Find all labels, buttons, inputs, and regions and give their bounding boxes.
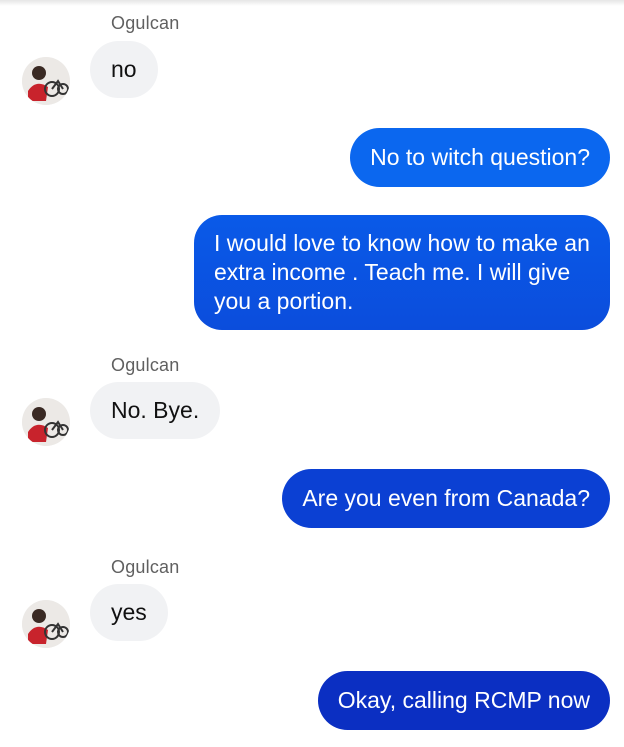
- contact-avatar[interactable]: [22, 398, 70, 446]
- incoming-message[interactable]: yes: [90, 584, 168, 641]
- sender-name: Ogulcan: [111, 13, 180, 33]
- sender-name: Ogulcan: [111, 355, 180, 375]
- top-divider: [0, 0, 624, 6]
- avatar-photo-icon: [22, 57, 70, 105]
- avatar-photo-icon: [22, 600, 70, 648]
- contact-avatar[interactable]: [22, 600, 70, 648]
- outgoing-message[interactable]: Okay, calling RCMP now: [317, 671, 610, 730]
- outgoing-message[interactable]: I would love to know how to make an extr…: [194, 215, 610, 330]
- outgoing-message[interactable]: Are you even from Canada?: [282, 469, 610, 528]
- outgoing-message[interactable]: No to witch question?: [350, 128, 610, 187]
- contact-avatar[interactable]: [22, 57, 70, 105]
- avatar-photo-icon: [22, 398, 70, 446]
- sender-name: Ogulcan: [111, 557, 180, 577]
- incoming-message[interactable]: No. Bye.: [90, 382, 221, 439]
- incoming-message[interactable]: no: [90, 41, 158, 98]
